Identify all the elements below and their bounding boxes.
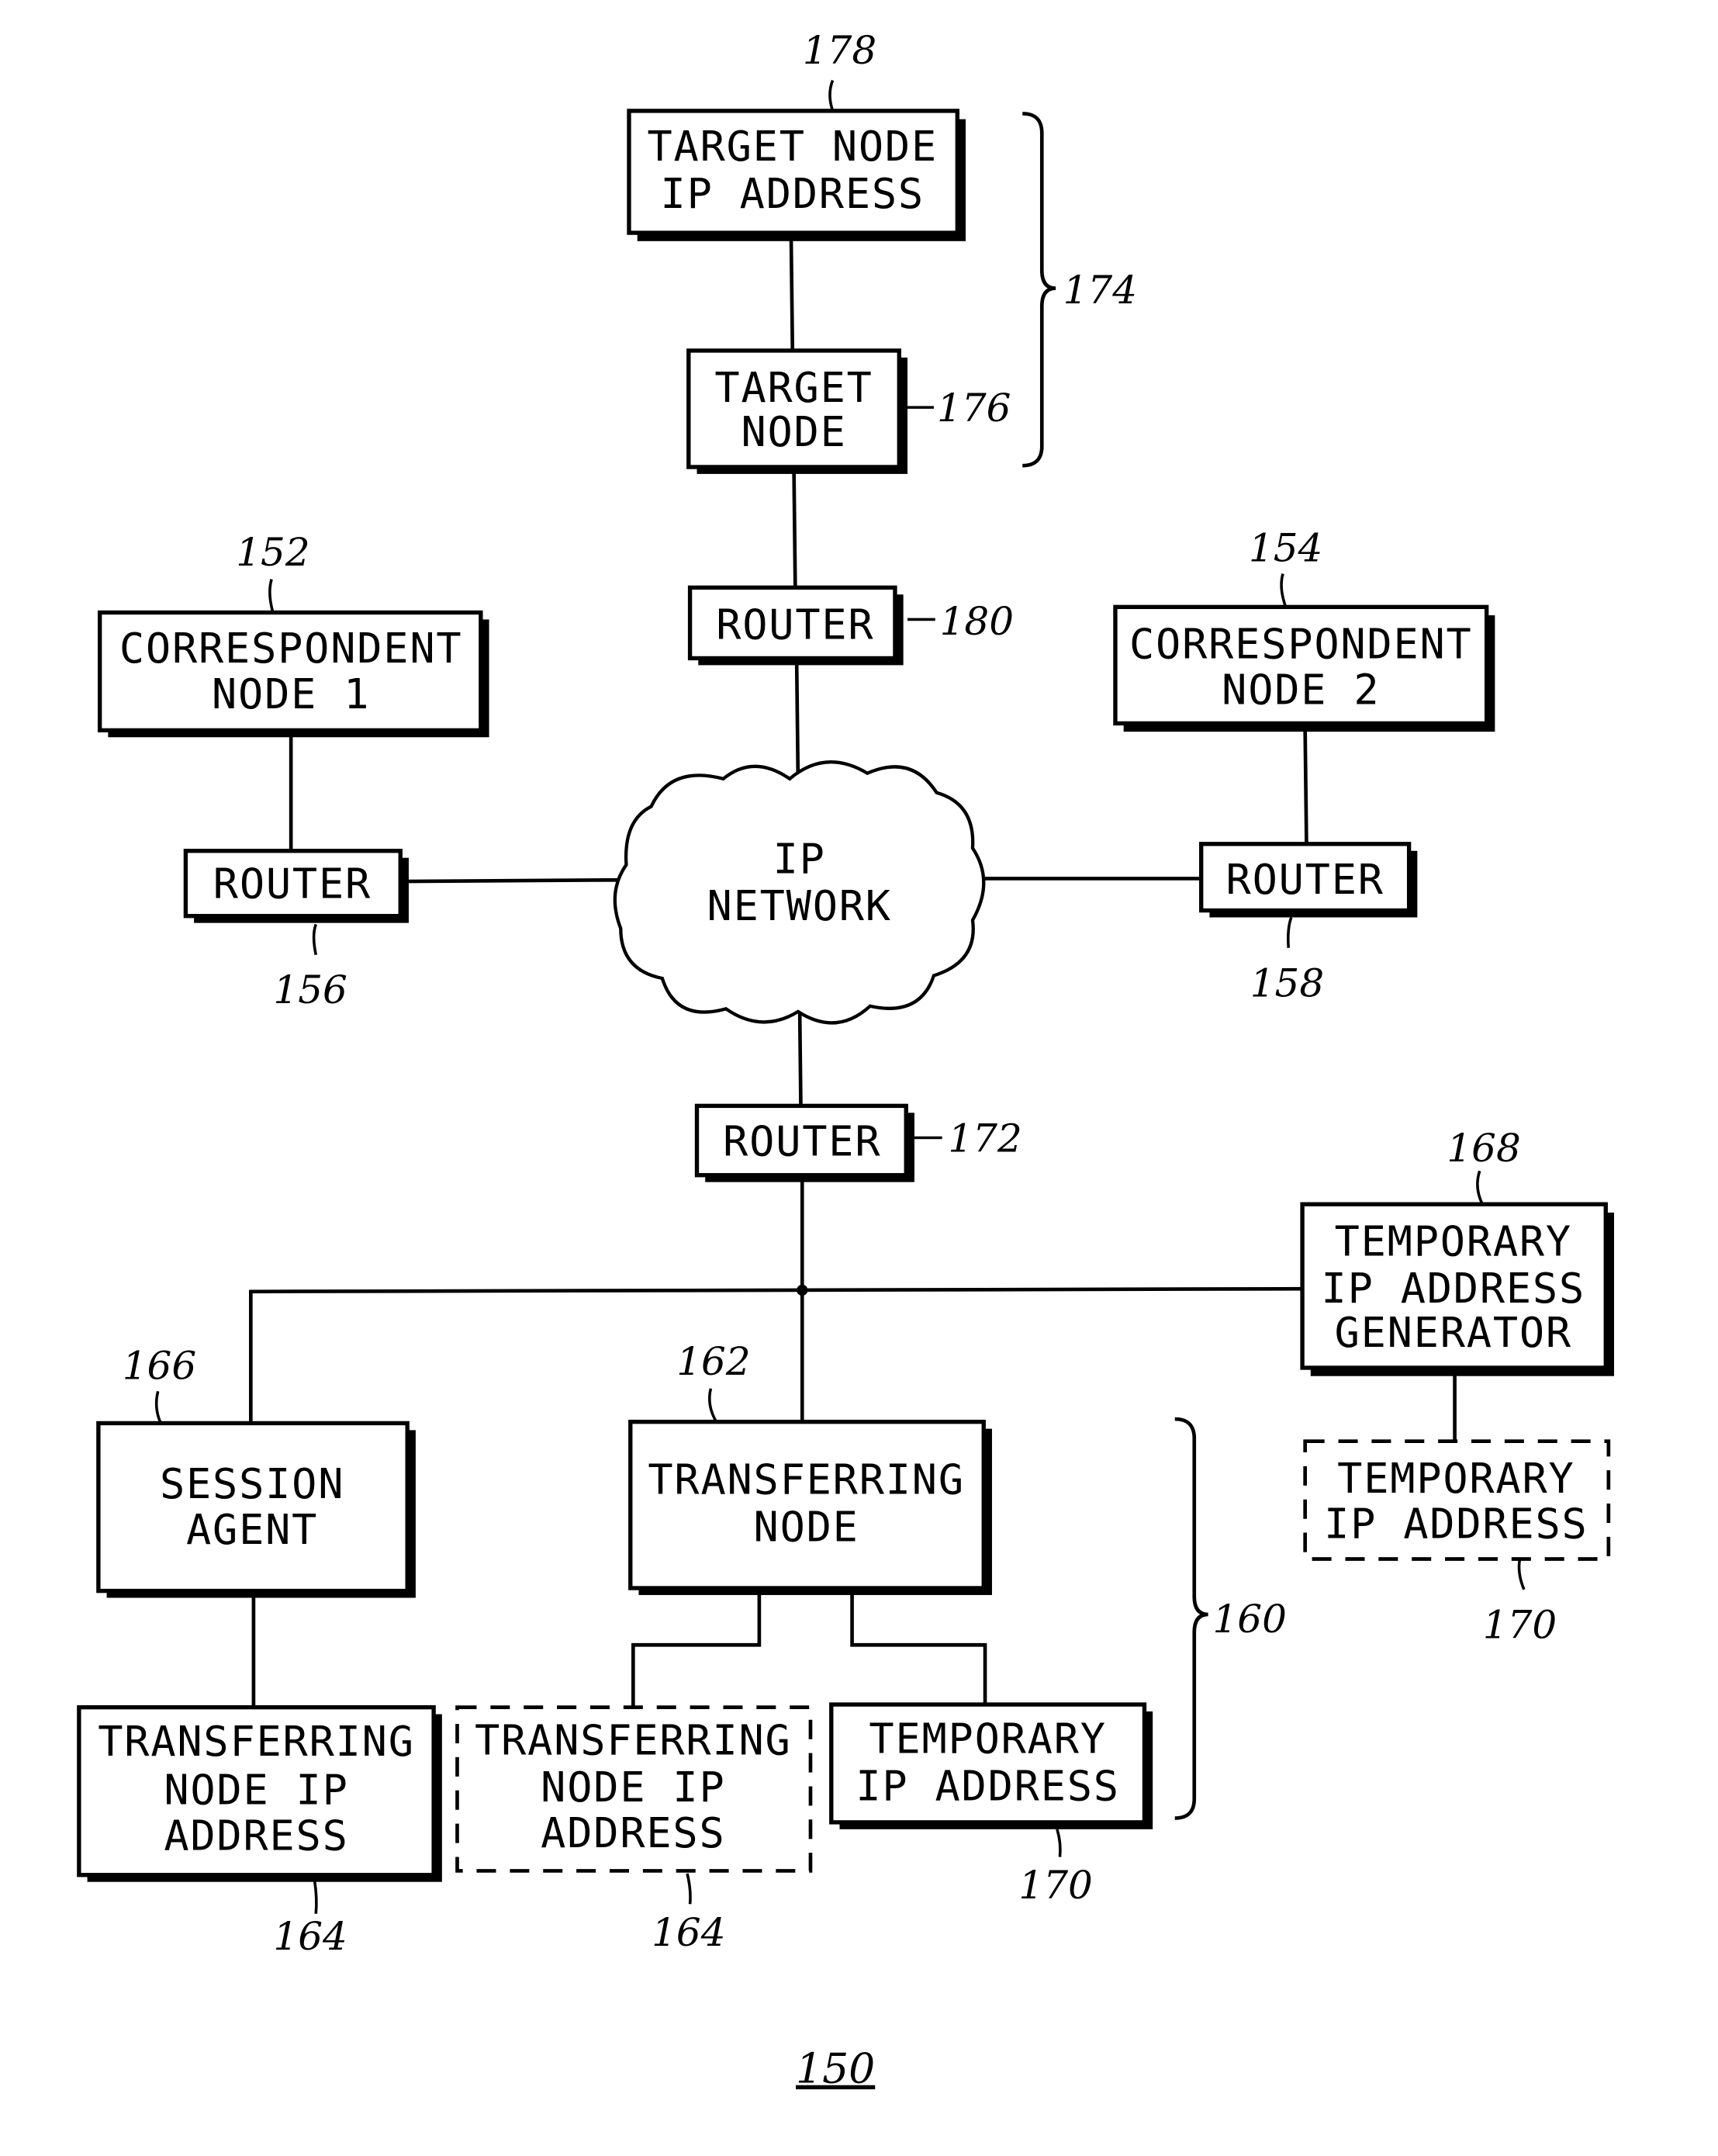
bracket-160 (1174, 1417, 1208, 1820)
transferring-node-box: TRANSFERRING NODE (628, 1419, 992, 1595)
ref-number: 166 (123, 1343, 196, 1388)
box-line: IP ADDRESS (856, 1761, 1119, 1810)
ref-number: 152 (236, 530, 309, 575)
ref-number: 164 (273, 1914, 347, 1959)
leader-line (1517, 1559, 1526, 1590)
box-line: TEMPORARY (1337, 1454, 1575, 1503)
ref-number: 176 (937, 386, 1011, 431)
ref-number: 170 (1018, 1863, 1092, 1908)
ref-number: 172 (948, 1116, 1021, 1161)
ref-number: 180 (940, 599, 1014, 644)
leader-line (268, 579, 275, 613)
box-line: GENERATOR (1335, 1308, 1572, 1357)
leader-line (313, 1880, 318, 1914)
ref-number: 170 (1483, 1602, 1557, 1647)
box-line: ADDRESS (164, 1812, 348, 1860)
leader-line (1476, 1170, 1484, 1206)
leader-line (1056, 1829, 1062, 1857)
box-line: TEMPORARY (1335, 1216, 1572, 1265)
router-156-box: ROUTER (183, 849, 409, 923)
connector-tn-to-dashed-ip (631, 1590, 762, 1708)
ref-number: 174 (1063, 268, 1137, 313)
box-line: TRANSFERRING (98, 1717, 415, 1766)
box-line: ROUTER (716, 600, 874, 649)
temporary-ip-address-box: TEMPORARY IP ADDRESS (829, 1702, 1153, 1829)
ref-number: 164 (652, 1910, 725, 1955)
box-line: NODE IP (164, 1766, 348, 1815)
box-line: AGENT (186, 1505, 318, 1554)
router-158-box: ROUTER (1199, 842, 1418, 918)
leader-line (686, 1873, 692, 1905)
box-line: NODE (741, 407, 846, 456)
box-line: TRANSFERRING (648, 1455, 965, 1504)
ref-number: 178 (803, 28, 876, 73)
box-line: ROUTER (1226, 855, 1384, 904)
leader-line (1280, 573, 1288, 607)
leader-line (312, 923, 318, 956)
correspondent-node-2-box: CORRESPONDENT NODE 2 (1113, 604, 1495, 732)
cloud-line: NETWORK (707, 881, 892, 930)
box-line: ROUTER (723, 1117, 881, 1166)
box-line: CORRESPONDENT (1129, 619, 1473, 668)
box-line: TRANSFERRING (475, 1715, 792, 1764)
patent-figure: TARGET NODE IP ADDRESS 178 TARGET NODE 1… (0, 0, 1718, 2152)
leader-line (154, 1390, 162, 1424)
connector-cn2-to-router (1303, 730, 1308, 844)
session-agent-box: SESSION AGENT (96, 1421, 416, 1598)
cloud-line: IP (773, 834, 826, 883)
box-line: NODE 2 (1222, 665, 1380, 714)
router-180-box: ROUTER (687, 585, 904, 666)
connector-target-ip-to-target-node (789, 235, 795, 351)
box-line: ROUTER (213, 859, 372, 908)
ref-number: 156 (273, 967, 347, 1012)
box-line: ADDRESS (541, 1808, 725, 1857)
box-line: TARGET NODE (648, 122, 938, 171)
box-line: IP ADDRESS (1322, 1264, 1585, 1313)
connector-bus (249, 1286, 1304, 1424)
box-line: IP ADDRESS (1324, 1500, 1588, 1549)
transferring-node-ip-address-dashed-box: TRANSFERRING NODE IP ADDRESS (455, 1705, 813, 1873)
target-node-ip-address-box: TARGET NODE IP ADDRESS (627, 109, 966, 241)
ref-number: 160 (1212, 1597, 1286, 1642)
connector-router-to-network (794, 659, 800, 779)
target-node-box: TARGET NODE (686, 348, 908, 474)
figure-label: 150 (796, 2044, 875, 2093)
leader-line (1286, 916, 1293, 948)
ip-network-cloud: IP NETWORK (613, 760, 986, 1025)
box-line: NODE (754, 1502, 859, 1551)
box-line: TEMPORARY (869, 1715, 1106, 1763)
ref-number: 168 (1447, 1126, 1520, 1171)
box-line: IP ADDRESS (661, 169, 925, 218)
leader-line (828, 79, 835, 112)
connector-tn-to-temp-ip (850, 1590, 987, 1705)
box-line: NODE IP (541, 1763, 725, 1812)
box-line: SESSION (160, 1459, 344, 1508)
box-line: TARGET (714, 363, 873, 412)
connector-router-left-to-network (406, 877, 620, 884)
bracket-174 (1022, 112, 1056, 468)
junction-dot (797, 1284, 808, 1296)
ref-number: 162 (676, 1339, 750, 1384)
correspondent-node-1-box: CORRESPONDENT NODE 1 (97, 610, 489, 738)
ref-number: 158 (1250, 960, 1324, 1005)
temporary-ip-address-generator-box: TEMPORARY IP ADDRESS GENERATOR (1300, 1202, 1614, 1376)
ref-number: 154 (1249, 525, 1322, 570)
leader-line (708, 1388, 718, 1423)
transferring-node-ip-address-box: TRANSFERRING NODE IP ADDRESS (77, 1704, 442, 1882)
box-line: CORRESPONDENT (119, 624, 463, 673)
box-line: NODE 1 (212, 670, 370, 718)
network-diagram: TARGET NODE IP ADDRESS 178 TARGET NODE 1… (77, 28, 1614, 2093)
router-172-box: ROUTER (694, 1103, 914, 1182)
connector-target-node-to-router (792, 466, 797, 588)
temporary-ip-address-dashed-box: TEMPORARY IP ADDRESS (1303, 1439, 1611, 1561)
